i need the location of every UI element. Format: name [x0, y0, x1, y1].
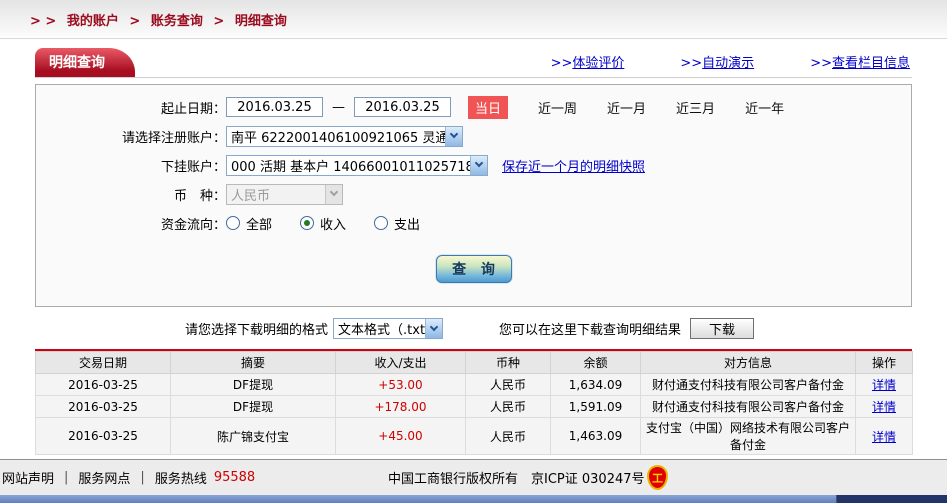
- breadcrumb-item-detail-query: 明细查询: [234, 14, 287, 29]
- table-row: 2016-03-25 陈广锦支付宝 +45.00 人民币 1,463.09 支付…: [35, 417, 913, 455]
- footer-divider: |: [64, 470, 69, 485]
- flow-option-all[interactable]: 全部: [226, 214, 272, 233]
- cell-date: 2016-03-25: [35, 395, 171, 418]
- cell-summary: DF提现: [170, 373, 336, 396]
- cell-balance: 1,591.09: [550, 395, 641, 418]
- link-auto-demo[interactable]: >>自动演示: [680, 52, 754, 71]
- col-header-date: 交易日期: [35, 351, 171, 374]
- flow-option-expense[interactable]: 支出: [374, 214, 420, 233]
- footer-hotline-number: 95588: [213, 470, 256, 485]
- currency-select: 人民币: [226, 183, 343, 205]
- download-hint: 您可以在这里下载查询明细结果: [499, 323, 682, 338]
- col-header-summary: 摘要: [170, 351, 336, 374]
- breadcrumb-prefix: > >: [30, 14, 57, 29]
- radio-icon: [226, 216, 240, 230]
- dropdown-arrow-icon: [470, 155, 487, 175]
- currency-label: 币 种：: [173, 188, 226, 204]
- table-header-row: 交易日期 摘要 收入/支出 币种 余额 对方信息 操作: [35, 351, 913, 374]
- currency-row: 币 种： 人民币: [36, 183, 911, 205]
- query-button[interactable]: 查 询: [435, 255, 512, 283]
- cell-amount: +178.00: [335, 395, 466, 418]
- tab-bar: 明细查询 >>体验评价 >>自动演示 >>查看栏目信息: [35, 48, 912, 78]
- footer-link-statement[interactable]: 网站声明: [2, 468, 54, 487]
- date-to-input[interactable]: [354, 97, 451, 117]
- download-format-label: 请您选择下载明细的格式: [185, 323, 329, 338]
- fund-flow-row: 资金流向： 全部 收入 支出: [36, 212, 911, 234]
- scrollbar-track: [836, 495, 947, 503]
- radio-icon: [300, 216, 315, 230]
- breadcrumb: > > 我的账户 > 账务查询 > 明细查询: [0, 0, 947, 39]
- dropdown-arrow-icon: [425, 319, 443, 338]
- cell-amount: +53.00: [335, 373, 466, 396]
- register-account-row: 请选择注册账户： 南平 6222001406100921065 灵通卡: [36, 125, 911, 147]
- cell-counterparty: 财付通支付科技有限公司客户备付金: [640, 395, 856, 418]
- cell-date: 2016-03-25: [35, 373, 171, 396]
- sub-account-label: 下挂账户：: [160, 159, 226, 175]
- page: > > 我的账户 > 账务查询 > 明细查询 明细查询 >>体验评价 >>自动演…: [0, 0, 947, 503]
- fund-flow-label: 资金流向：: [160, 217, 226, 233]
- footer-link-branches[interactable]: 服务网点: [78, 468, 130, 487]
- dropdown-arrow-icon: [325, 184, 342, 204]
- breadcrumb-item-account-query[interactable]: 账务查询: [151, 14, 203, 29]
- footer-divider: |: [140, 470, 145, 485]
- link-column-info[interactable]: >>查看栏目信息: [810, 52, 910, 71]
- cell-currency: 人民币: [465, 395, 551, 418]
- cell-balance: 1,463.09: [550, 417, 641, 455]
- cell-date: 2016-03-25: [35, 417, 171, 455]
- cell-summary: DF提现: [170, 395, 336, 418]
- range-today-button[interactable]: 当日: [468, 95, 509, 119]
- flow-option-income[interactable]: 收入: [300, 214, 346, 233]
- cell-amount: +45.00: [335, 417, 466, 455]
- col-header-currency: 币种: [465, 351, 551, 374]
- table-row: 2016-03-25 DF提现 +178.00 人民币 1,591.09 财付通…: [35, 395, 913, 418]
- date-range-label: 起止日期：: [160, 101, 226, 117]
- cell-currency: 人民币: [465, 373, 551, 396]
- horizontal-scrollbar[interactable]: [0, 495, 947, 503]
- sub-account-row: 下挂账户： 000 活期 基本户 1406600101102571848 保存近…: [36, 154, 911, 176]
- detail-link[interactable]: 详情: [872, 430, 896, 444]
- footer-main: 网站声明 | 服务网点 | 服务热线 95588 中国工商银行版权所有 京ICP…: [0, 459, 947, 495]
- link-experience-review[interactable]: >>体验评价: [551, 52, 625, 71]
- radio-icon: [374, 216, 389, 230]
- tab-detail-query: 明细查询: [35, 48, 135, 77]
- col-header-amount: 收入/支出: [335, 351, 466, 374]
- col-header-balance: 余额: [550, 351, 641, 374]
- sub-account-select[interactable]: 000 活期 基本户 1406600101102571848: [226, 154, 488, 176]
- col-header-action: 操作: [855, 351, 913, 374]
- range-week-link[interactable]: 近一周: [538, 98, 577, 117]
- transaction-table: 交易日期 摘要 收入/支出 币种 余额 对方信息 操作 2016-03-25 D…: [35, 351, 913, 455]
- footer-copyright: 中国工商银行版权所有 京ICP证 030247号: [388, 472, 645, 487]
- breadcrumb-item-my-account[interactable]: 我的账户: [67, 14, 119, 29]
- range-year-link[interactable]: 近一年: [745, 98, 784, 117]
- detail-link[interactable]: 详情: [872, 400, 896, 414]
- cell-counterparty: 支付宝（中国）网络技术有限公司客户备付金: [640, 417, 856, 455]
- date-dash: —: [332, 99, 345, 115]
- icbc-emblem-icon[interactable]: 工: [647, 465, 668, 490]
- query-form-panel: 起止日期： — 当日 近一周 近一月 近三月 近一年 请选择注册账户： 南平 6…: [35, 84, 912, 307]
- table-row: 2016-03-25 DF提现 +53.00 人民币 1,634.09 财付通支…: [35, 373, 913, 396]
- download-button[interactable]: 下载: [690, 318, 755, 339]
- scrollbar-thumb[interactable]: [0, 495, 836, 503]
- date-range-row: 起止日期： — 当日 近一周 近一月 近三月 近一年: [36, 95, 911, 119]
- register-account-label: 请选择注册账户：: [121, 130, 226, 146]
- download-row: 请您选择下载明细的格式 文本格式（.txt） 您可以在这里下载查询明细结果 下载: [185, 317, 912, 340]
- cell-currency: 人民币: [465, 417, 551, 455]
- date-from-input[interactable]: [226, 97, 323, 117]
- cell-counterparty: 财付通支付科技有限公司客户备付金: [640, 373, 856, 396]
- range-quarter-link[interactable]: 近三月: [676, 98, 715, 117]
- col-header-counterparty: 对方信息: [640, 351, 856, 374]
- footer-hotline-label: 服务热线: [154, 472, 207, 487]
- detail-link[interactable]: 详情: [872, 378, 896, 392]
- breadcrumb-separator: >: [213, 14, 225, 29]
- cell-summary: 陈广锦支付宝: [170, 417, 336, 455]
- breadcrumb-separator: >: [129, 14, 141, 29]
- dropdown-arrow-icon: [445, 126, 462, 146]
- download-format-select[interactable]: 文本格式（.txt）: [333, 318, 444, 339]
- save-snapshot-link[interactable]: 保存近一个月的明细快照: [502, 156, 645, 175]
- footer: 网站声明 | 服务网点 | 服务热线 95588 中国工商银行版权所有 京ICP…: [0, 459, 947, 503]
- range-month-link[interactable]: 近一月: [607, 98, 646, 117]
- register-account-select[interactable]: 南平 6222001406100921065 灵通卡: [226, 125, 463, 147]
- top-links: >>体验评价 >>自动演示 >>查看栏目信息: [551, 52, 912, 77]
- cell-balance: 1,634.09: [550, 373, 641, 396]
